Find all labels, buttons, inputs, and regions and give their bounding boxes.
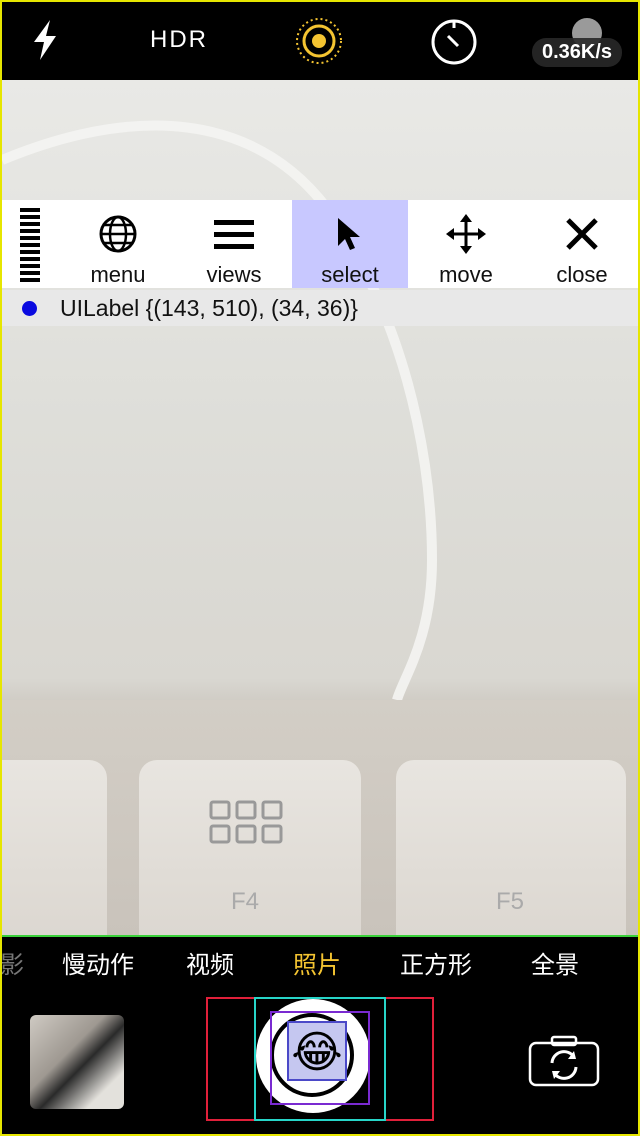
keyboard-key xyxy=(2,760,107,935)
key-label-f5: F5 xyxy=(496,888,525,915)
close-button[interactable]: close xyxy=(524,200,640,288)
mode-pano[interactable]: 全景 xyxy=(531,945,579,980)
mode-timelapse[interactable]: 影 xyxy=(0,945,24,980)
select-label: select xyxy=(321,262,379,287)
move-label: move xyxy=(439,262,493,287)
timer-icon[interactable] xyxy=(428,16,480,68)
drag-handle[interactable] xyxy=(20,208,40,282)
hdr-button[interactable]: HDR xyxy=(150,26,208,54)
selection-info-bar[interactable]: UILabel {(143, 510), (34, 36)} xyxy=(0,290,640,326)
emoji-label: 😂 xyxy=(287,1021,347,1081)
keyboard-key-f4: F4 xyxy=(139,760,361,935)
move-arrows-icon xyxy=(446,214,486,254)
mode-photo[interactable]: 照片 xyxy=(293,945,341,980)
mode-selector[interactable]: 影 慢动作 视频 照片 正方形 全景 xyxy=(0,945,640,985)
move-button[interactable]: move xyxy=(408,200,524,288)
keyboard-background: F4 F5 xyxy=(2,700,638,935)
mission-control-icon xyxy=(209,800,283,844)
select-button[interactable]: select xyxy=(292,200,408,288)
live-photo-icon[interactable] xyxy=(294,16,344,66)
flash-icon[interactable] xyxy=(28,18,62,62)
switch-camera-icon[interactable] xyxy=(528,1035,600,1087)
keyboard-key-f5: F5 xyxy=(396,760,626,935)
last-photo-thumbnail[interactable] xyxy=(30,1015,124,1109)
key-label-f4: F4 xyxy=(231,888,260,915)
mode-slo-mo[interactable]: 慢动作 xyxy=(62,945,134,980)
menu-label: menu xyxy=(90,262,146,287)
hamburger-icon xyxy=(214,220,254,249)
close-label: close xyxy=(556,262,608,287)
camera-bottom-bar: 影 慢动作 视频 照片 正方形 全景 😂 xyxy=(0,935,640,1136)
globe-icon xyxy=(99,215,137,253)
selection-info-text: UILabel {(143, 510), (34, 36)} xyxy=(60,295,358,321)
menu-button[interactable]: menu xyxy=(60,200,176,288)
mode-video[interactable]: 视频 xyxy=(186,945,234,980)
views-label: views xyxy=(206,262,262,287)
mode-square[interactable]: 正方形 xyxy=(400,945,472,980)
flex-toolbar: menu views select move close xyxy=(0,200,640,288)
network-speed: 0.36K/s xyxy=(532,38,623,67)
arrow-cursor-icon xyxy=(338,218,360,250)
camera-top-bar: HDR 0.36K/s xyxy=(0,0,640,80)
selection-dot xyxy=(22,301,37,316)
views-button[interactable]: views xyxy=(176,200,292,288)
close-icon xyxy=(566,218,598,250)
